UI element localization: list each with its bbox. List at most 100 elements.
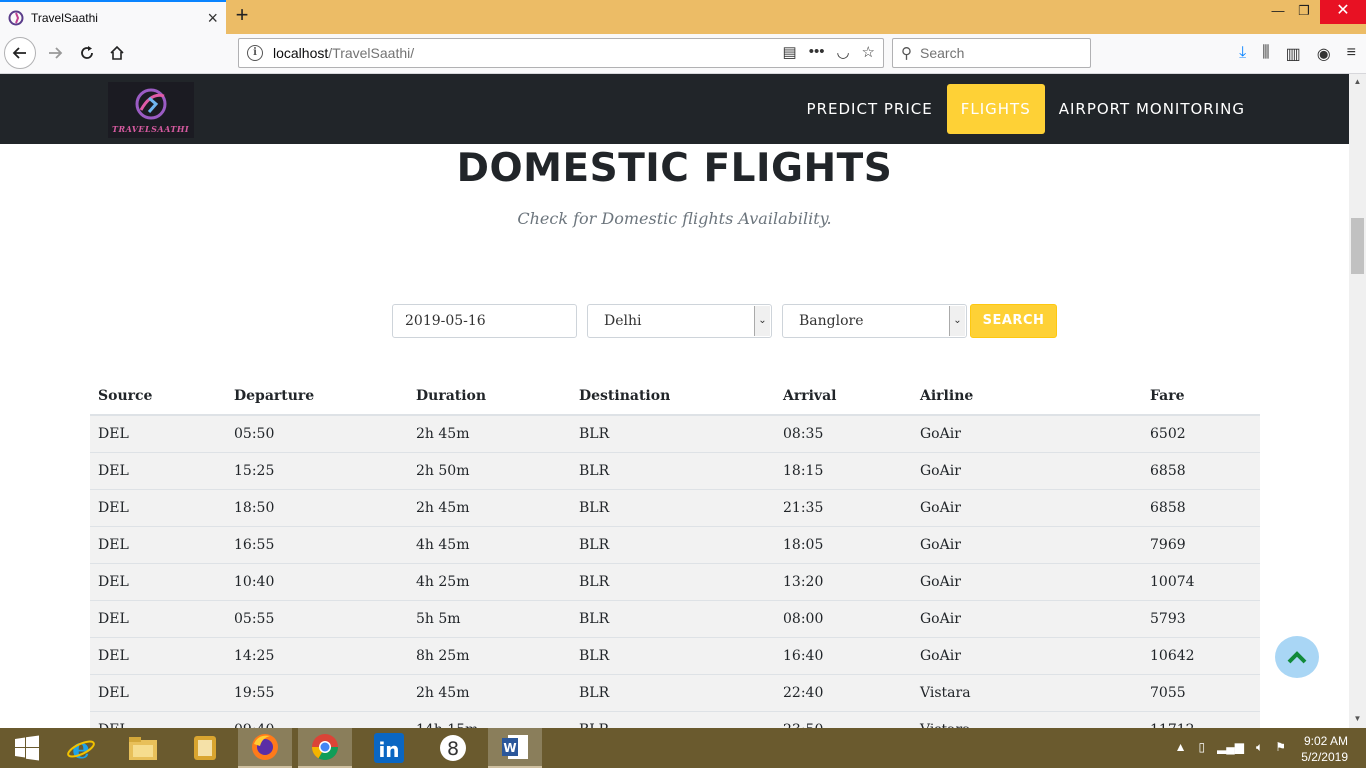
table-cell: 4h 45m xyxy=(408,525,571,563)
taskbar-chrome[interactable] xyxy=(298,728,352,768)
taskbar-firefox[interactable] xyxy=(238,728,292,768)
nav-airport-monitoring[interactable]: AIRPORT MONITORING xyxy=(1045,84,1259,134)
reload-button[interactable] xyxy=(72,38,102,68)
table-cell: 05:50 xyxy=(226,414,408,452)
taskbar-word[interactable]: W xyxy=(488,728,542,768)
taskbar-ie[interactable]: e xyxy=(54,728,108,768)
site-favicon-icon xyxy=(8,10,24,26)
column-header[interactable]: Departure xyxy=(226,378,408,416)
tab-close-icon[interactable]: × xyxy=(207,9,218,27)
menu-icon[interactable]: ≡ xyxy=(1347,44,1356,64)
table-cell: 05:55 xyxy=(226,599,408,637)
table-cell: BLR xyxy=(571,636,775,674)
reload-icon xyxy=(81,46,93,59)
notes-icon xyxy=(194,736,216,760)
taskbar-notes[interactable] xyxy=(178,728,232,768)
search-button[interactable]: SEARCH xyxy=(970,304,1057,338)
chevron-down-icon[interactable]: ⌄ xyxy=(754,306,770,336)
taskbar-clock[interactable]: 9:02 AM 5/2/2019 xyxy=(1301,733,1348,765)
device-icon[interactable]: ▯ xyxy=(1198,740,1205,755)
scroll-down-arrow-icon[interactable]: ▼ xyxy=(1349,712,1366,726)
table-cell: 18:50 xyxy=(226,488,408,526)
system-tray: ▲ ▯ ▂▄▆ 🔈︎ ⚑ xyxy=(1175,740,1286,755)
nav-flights[interactable]: FLIGHTS xyxy=(946,84,1045,134)
browser-tab[interactable]: TravelSaathi × xyxy=(0,0,226,34)
home-button[interactable] xyxy=(102,38,132,68)
flights-table: Source Departure Duration Destination Ar… xyxy=(90,378,1260,748)
table-cell: DEL xyxy=(90,488,226,526)
back-arrow-icon xyxy=(12,47,26,59)
pocket-icon[interactable]: ◡ xyxy=(836,43,849,61)
logo-text: TRAVELSAATHI xyxy=(112,124,190,134)
browser-tab-bar: TravelSaathi × + — ❐ ✕ xyxy=(0,0,1366,34)
account-icon[interactable]: ◉ xyxy=(1317,44,1331,64)
table-cell: 10074 xyxy=(1142,562,1260,600)
window-close-button[interactable]: ✕ xyxy=(1320,0,1366,24)
start-button[interactable] xyxy=(0,728,54,768)
destination-select[interactable]: Banglore ⌄ xyxy=(782,304,967,338)
forward-button[interactable] xyxy=(40,38,70,68)
table-row: DEL 19:55 2h 45m BLR 22:40 Vistara 7055 xyxy=(90,673,1260,711)
table-cell: 14:25 xyxy=(226,636,408,674)
column-header[interactable]: Airline xyxy=(912,378,1142,416)
scroll-up-arrow-icon[interactable]: ▲ xyxy=(1349,75,1366,89)
browser-search-input[interactable]: ⚲ Search xyxy=(892,38,1091,68)
table-cell: 5793 xyxy=(1142,599,1260,637)
table-cell: Vistara xyxy=(912,673,1142,711)
show-hidden-icons-icon[interactable]: ▲ xyxy=(1175,740,1187,755)
page-title: DOMESTIC FLIGHTS xyxy=(456,146,893,191)
table-cell: 16:55 xyxy=(226,525,408,563)
table-row: DEL 14:25 8h 25m BLR 16:40 GoAir 10642 xyxy=(90,636,1260,674)
column-header[interactable]: Duration xyxy=(408,378,571,416)
downloads-icon[interactable]: ⤓ xyxy=(1239,44,1246,64)
date-input[interactable]: 2019-05-16 xyxy=(392,304,577,338)
table-cell: 2h 45m xyxy=(408,673,571,711)
table-row: DEL 05:55 5h 5m BLR 08:00 GoAir 5793 xyxy=(90,599,1260,637)
table-cell: 8h 25m xyxy=(408,636,571,674)
sidebar-icon[interactable]: ▥ xyxy=(1286,44,1301,64)
table-cell: 08:35 xyxy=(775,414,912,452)
table-cell: GoAir xyxy=(912,562,1142,600)
taskbar-linkedin[interactable]: in xyxy=(362,728,416,768)
page-actions-icon[interactable]: ••• xyxy=(809,43,825,61)
nav-predict-price[interactable]: PREDICT PRICE xyxy=(793,84,947,134)
svg-text:in: in xyxy=(378,738,399,762)
column-header[interactable]: Fare xyxy=(1142,378,1260,416)
table-row: DEL 15:25 2h 50m BLR 18:15 GoAir 6858 xyxy=(90,451,1260,489)
network-icon[interactable]: ▂▄▆ xyxy=(1217,740,1244,755)
column-header[interactable]: Arrival xyxy=(775,378,912,416)
taskbar-8app[interactable]: 8 xyxy=(426,728,480,768)
bookmark-star-icon[interactable]: ☆ xyxy=(862,43,875,61)
restore-button[interactable]: ❐ xyxy=(1288,0,1320,24)
table-cell: DEL xyxy=(90,636,226,674)
url-bar[interactable]: i localhost/TravelSaathi/ ▤ ••• ◡ ☆ xyxy=(238,38,884,68)
site-info-icon[interactable]: i xyxy=(247,45,263,61)
table-cell: DEL xyxy=(90,562,226,600)
forward-arrow-icon xyxy=(49,47,63,59)
scroll-to-top-button[interactable] xyxy=(1275,636,1319,678)
clock-date: 5/2/2019 xyxy=(1301,750,1348,764)
table-cell: BLR xyxy=(571,599,775,637)
source-select[interactable]: Delhi ⌄ xyxy=(587,304,772,338)
table-cell: 2h 45m xyxy=(408,414,571,452)
table-cell: 5h 5m xyxy=(408,599,571,637)
taskbar-file-explorer[interactable] xyxy=(116,728,170,768)
column-header[interactable]: Source xyxy=(90,378,226,416)
date-value: 2019-05-16 xyxy=(405,313,486,329)
scrollbar-thumb[interactable] xyxy=(1351,218,1364,274)
column-header[interactable]: Destination xyxy=(571,378,775,416)
table-row: DEL 18:50 2h 45m BLR 21:35 GoAir 6858 xyxy=(90,488,1260,526)
volume-icon[interactable]: 🔈︎ xyxy=(1256,740,1263,755)
action-center-icon[interactable]: ⚑ xyxy=(1275,740,1286,755)
new-tab-button[interactable]: + xyxy=(230,4,254,28)
library-icon[interactable]: ⫼ xyxy=(1262,44,1269,64)
clock-time: 9:02 AM xyxy=(1303,734,1348,748)
back-button[interactable] xyxy=(4,37,36,69)
reader-view-icon[interactable]: ▤ xyxy=(783,43,797,61)
table-cell: 10:40 xyxy=(226,562,408,600)
chevron-down-icon[interactable]: ⌄ xyxy=(949,306,965,336)
windows-start-icon xyxy=(15,735,39,761)
table-cell: 7969 xyxy=(1142,525,1260,563)
page-scrollbar[interactable] xyxy=(1349,74,1366,728)
table-cell: 15:25 xyxy=(226,451,408,489)
